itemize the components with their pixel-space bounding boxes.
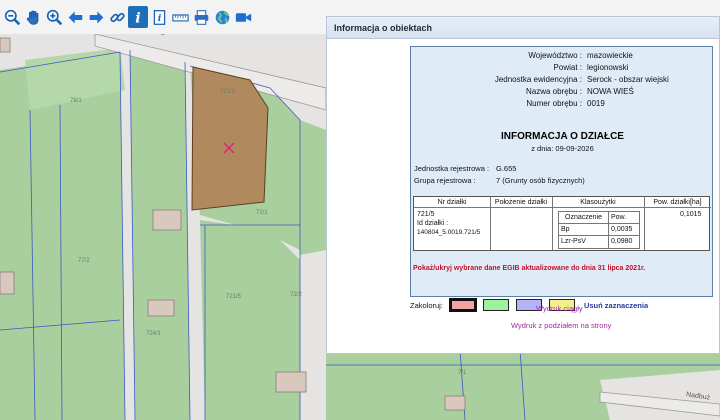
info-date: z dnia: 09-09-2026: [531, 144, 594, 153]
class-subtable: Oznaczenie Pow. Bp 0,0035 Lzr-PsV 0,0980: [558, 211, 640, 249]
toggle-egib-notice-link[interactable]: Pokaż/ukryj wybrane dane EGIB aktualizow…: [413, 265, 645, 272]
jr-value: G.655: [496, 164, 517, 173]
parcel-label: 721/1: [220, 89, 236, 95]
row-wojewodztwo: Województwo : mazowieckie: [411, 51, 714, 60]
total-area: 0,1015: [680, 211, 702, 218]
parcel-label: 77/2: [78, 258, 90, 264]
table-divider: [644, 197, 645, 250]
parcel-id: 140804_5.0019.721/5: [417, 229, 481, 236]
col-header-polozenie: Położenie działki: [490, 197, 552, 208]
parcel-info-box: Województwo : mazowieckie Powiat : legio…: [410, 46, 713, 297]
row-powiat: Powiat : legionowski: [411, 63, 714, 72]
wojewodztwo-value: mazowieckie: [587, 51, 633, 60]
info-panel: Informacja o obiektach Województwo : maz…: [326, 16, 720, 354]
link-icon[interactable]: [107, 6, 127, 28]
class-code: Bp: [559, 224, 609, 236]
print-continuous-link[interactable]: Wydruk ciągły: [536, 304, 583, 313]
parcel-table: Nr działki Położenie działki Klasoużytki…: [413, 196, 711, 251]
jr-label: Jednostka rejestrowa :: [414, 164, 490, 173]
parcel-label: 72/2: [290, 292, 302, 298]
class-area: 0,0035: [609, 224, 639, 236]
print-icon[interactable]: [191, 6, 211, 28]
arrow-back-icon[interactable]: [65, 6, 85, 28]
parcel-label: 72/1: [256, 210, 268, 216]
row-obreb: Nazwa obrębu : NOWA WIEŚ: [411, 87, 714, 96]
svg-text:i: i: [135, 9, 140, 26]
col-header-pow: Pow. działki[ha]: [644, 197, 711, 208]
measure-icon[interactable]: [170, 6, 190, 28]
print-paged-link[interactable]: Wydruk z podziałem na strony: [511, 321, 611, 330]
row-numer: Numer obrębu : 0019: [411, 99, 714, 108]
row-grupa-rejestrowa: Grupa rejestrowa : 7 (Grunty osób fizycz…: [414, 176, 585, 185]
color-label: Zakoloruj:: [410, 300, 443, 310]
obreb-label: Nazwa obrębu :: [525, 87, 582, 96]
parcel-label: 721/5: [226, 294, 242, 300]
arrow-forward-icon[interactable]: [86, 6, 106, 28]
sub-header-oznaczenie: Oznaczenie: [559, 212, 609, 224]
powiat-value: legionowski: [587, 63, 629, 72]
color-swatch-green[interactable]: [482, 299, 509, 311]
color-swatch-red[interactable]: [449, 299, 476, 311]
parcel-label: 7/1: [458, 370, 467, 376]
gr-value: 7 (Grunty osób fizycznych): [496, 176, 585, 185]
jednostka-label: Jednostka ewidencyjna :: [494, 75, 582, 84]
col-header-nr: Nr działki: [414, 197, 490, 208]
parcel-number: 721/5: [417, 211, 435, 218]
col-header-klasouzytki: Klasoużytki: [552, 197, 644, 208]
obreb-value: NOWA WIEŚ: [587, 87, 634, 96]
parcel-id-label: Id działki :: [417, 220, 449, 227]
sub-header-pow: Pow.: [609, 212, 639, 224]
globe-icon[interactable]: [212, 6, 232, 28]
class-code: Lzr-PsV: [559, 236, 609, 248]
class-area: 0,0980: [611, 238, 633, 245]
zoom-in-icon[interactable]: [44, 6, 64, 28]
parcel-label: 78/1: [70, 98, 82, 104]
parcel-label: 724/1: [146, 331, 162, 337]
info-icon[interactable]: i: [128, 6, 148, 28]
gr-label: Grupa rejestrowa :: [414, 176, 476, 185]
info-heading: INFORMACJA O DZIAŁCE: [501, 131, 624, 142]
row-jednostka-rejestrowa: Jednostka rejestrowa : G.655: [414, 164, 516, 173]
table-divider: [490, 197, 491, 250]
numer-value: 0019: [587, 99, 605, 108]
jednostka-value: Serock - obszar wiejski: [587, 75, 669, 84]
panel-title: Informacja o obiektach: [327, 17, 719, 39]
wojewodztwo-label: Województwo :: [528, 51, 582, 60]
numer-label: Numer obrębu :: [526, 99, 582, 108]
video-icon[interactable]: [233, 6, 253, 28]
row-jednostka: Jednostka ewidencyjna : Serock - obszar …: [411, 75, 714, 84]
info-doc-icon[interactable]: i: [149, 6, 169, 28]
clear-selection-link[interactable]: Usuń zaznaczenia: [584, 301, 648, 310]
zoom-out-icon[interactable]: [2, 6, 22, 28]
powiat-label: Powiat :: [553, 63, 582, 72]
table-divider: [552, 197, 553, 250]
color-selector: Zakoloruj: Usuń zaznaczenia: [410, 299, 648, 311]
svg-text:i: i: [157, 12, 161, 23]
pan-hand-icon[interactable]: [23, 6, 43, 28]
